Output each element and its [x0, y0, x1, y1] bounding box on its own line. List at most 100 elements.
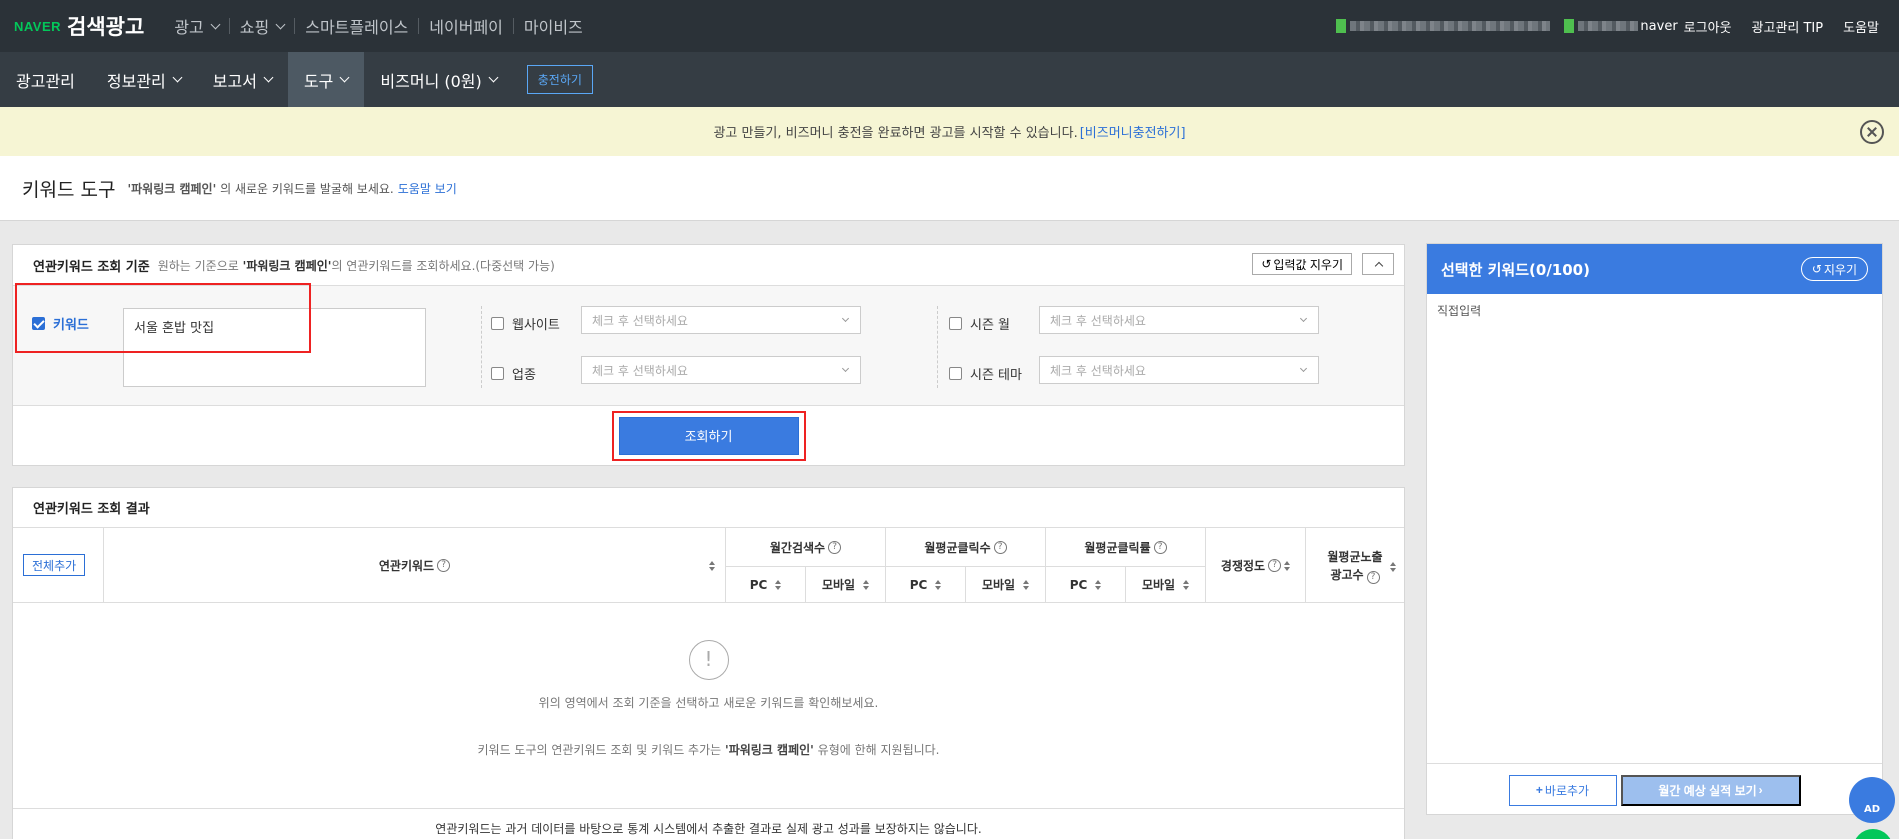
search-area: 조회하기: [13, 406, 1404, 465]
column-label: 모바일: [981, 578, 1016, 592]
top-nav-smartplace[interactable]: 스마트플레이스: [295, 14, 418, 38]
column-ctr-mobile[interactable]: 모바일: [1125, 566, 1205, 603]
top-nav-naverpay[interactable]: 네이버페이: [419, 14, 513, 38]
season-month-option[interactable]: 시즌 월: [949, 314, 1010, 333]
nav-label: 비즈머니 (0원): [380, 71, 482, 91]
nav-report[interactable]: 보고서: [197, 52, 288, 107]
criteria-panel: 연관키워드 조회 기준 원하는 기준으로 '파워링크 캠페인'의 연관키워드를 …: [12, 244, 1405, 466]
website-checkbox[interactable]: [491, 317, 504, 330]
column-avg-ads[interactable]: 월평균노출 광고수?: [1305, 528, 1404, 603]
top-nav-label: 광고: [174, 18, 204, 37]
forecast-button[interactable]: 월간 예상 실적 보기 ›: [1620, 774, 1801, 806]
selected-header: 선택한 키워드(0/100) ↺ 지우기: [1427, 244, 1882, 294]
sort-icon[interactable]: [1390, 562, 1396, 572]
collapse-button[interactable]: [1362, 253, 1394, 275]
selected-footer: + 바로추가 월간 예상 실적 보기 ›: [1427, 764, 1882, 816]
logo[interactable]: NAVER 검색광고: [14, 11, 144, 41]
column-search-pc[interactable]: PC: [725, 566, 805, 603]
top-nav-shopping[interactable]: 쇼핑: [230, 14, 294, 38]
charge-button[interactable]: 충전하기: [526, 65, 593, 94]
nav-bizmoney[interactable]: 비즈머니 (0원): [364, 52, 512, 107]
help-guide-link[interactable]: 도움말 보기: [398, 180, 457, 197]
industry-option[interactable]: 업종: [491, 364, 536, 383]
sort-icon[interactable]: [1284, 560, 1291, 571]
tip-link[interactable]: 광고관리 TIP: [1752, 17, 1824, 36]
sort-icon[interactable]: [1183, 579, 1190, 590]
nav-info-manage[interactable]: 정보관리: [91, 52, 197, 107]
sub-text: 의 연관키워드를 조회하세요.(다중선택 가능): [331, 258, 555, 273]
season-theme-checkbox[interactable]: [949, 367, 962, 380]
column-competition[interactable]: 경쟁정도?: [1205, 528, 1305, 603]
column-avg-clicks: 월평균클릭수?: [885, 528, 1045, 566]
sort-icon[interactable]: [863, 579, 870, 590]
select-placeholder: 체크 후 선택하세요: [592, 313, 688, 328]
help-icon[interactable]: ?: [1153, 540, 1167, 554]
website-select[interactable]: 체크 후 선택하세요: [581, 306, 861, 334]
sort-icon[interactable]: [935, 579, 942, 590]
top-bar: NAVER 검색광고 광고 쇼핑 스마트플레이스 네이버페이 마이비즈 nave…: [0, 0, 1899, 52]
column-ctr-pc[interactable]: PC: [1045, 566, 1125, 603]
top-nav-label: 쇼핑: [239, 18, 270, 37]
column-keyword[interactable]: 연관키워드?: [103, 528, 725, 603]
sort-icon[interactable]: [1023, 579, 1030, 590]
help-icon[interactable]: ?: [993, 540, 1007, 554]
sort-icon[interactable]: [709, 560, 715, 571]
column-label: 모바일: [821, 578, 856, 592]
help-icon[interactable]: ?: [828, 540, 842, 554]
help-link[interactable]: 도움말: [1843, 17, 1879, 36]
sort-icon[interactable]: [775, 579, 782, 590]
logo-naver: NAVER: [14, 18, 62, 34]
season-month-select[interactable]: 체크 후 선택하세요: [1039, 306, 1319, 334]
criteria-body: 키워드 서울 혼밥 맛집 웹사이트 체크 후 선택하세요 업종 체크 후 선택하…: [13, 283, 1404, 406]
season-theme-select[interactable]: 체크 후 선택하세요: [1039, 356, 1319, 384]
column-clicks-mobile[interactable]: 모바일: [965, 566, 1045, 603]
notice-text: 광고 만들기, 비즈머니 충전을 완료하면 광고를 시작할 수 있습니다.: [713, 126, 1078, 141]
direct-input-placeholder: 직접입력: [1437, 304, 1482, 318]
help-icon[interactable]: ?: [1268, 559, 1282, 572]
column-search-mobile[interactable]: 모바일: [805, 566, 885, 603]
keyword-label: 키워드: [53, 318, 89, 333]
empty-message: 위의 영역에서 조회 기준을 선택하고 새로운 키워드를 확인해보세요.: [538, 696, 879, 710]
search-wrapper: 조회하기: [611, 410, 806, 461]
sort-icon[interactable]: [1095, 579, 1102, 590]
keyword-option[interactable]: 키워드: [32, 314, 89, 333]
close-icon[interactable]: [1860, 120, 1884, 144]
divider: [481, 306, 482, 388]
selected-clear-button[interactable]: ↺ 지우기: [1800, 257, 1868, 281]
nav-tools[interactable]: 도구: [287, 52, 365, 107]
season-theme-option[interactable]: 시즌 테마: [949, 364, 1022, 383]
column-clicks-pc[interactable]: PC: [885, 566, 965, 603]
season-month-checkbox[interactable]: [949, 317, 962, 330]
website-option[interactable]: 웹사이트: [491, 314, 560, 333]
chevron-down-icon: [263, 72, 274, 83]
nav-ad-manage[interactable]: 광고관리: [0, 52, 91, 107]
column-label: PC: [1069, 577, 1088, 592]
logo-title: 검색광고: [67, 15, 145, 39]
industry-checkbox[interactable]: [491, 367, 504, 380]
logout-link[interactable]: 로그아웃: [1684, 17, 1732, 36]
direct-input-area[interactable]: 직접입력: [1427, 294, 1882, 764]
green-widget-icon[interactable]: [1853, 829, 1893, 839]
column-label: 월평균클릭수: [924, 540, 991, 555]
ad-badge-icon[interactable]: AD: [1849, 777, 1895, 823]
page-header: 키워드 도구 '파워링크 캠페인' 의 새로운 키워드를 발굴해 보세요. 도움…: [0, 156, 1899, 221]
help-icon[interactable]: ?: [1366, 570, 1380, 584]
results-header: 연관키워드 조회 결과: [13, 488, 1404, 528]
top-nav-mybiz[interactable]: 마이비즈: [514, 14, 593, 38]
nav-label: 보고서: [212, 71, 257, 91]
select-placeholder: 체크 후 선택하세요: [1050, 363, 1146, 378]
notice-banner: 광고 만들기, 비즈머니 충전을 완료하면 광고를 시작할 수 있습니다. [비…: [0, 107, 1899, 156]
keyword-checkbox[interactable]: [32, 317, 45, 330]
chevron-down-icon: [1299, 314, 1308, 323]
notice-charge-link[interactable]: [비즈머니충전하기]: [1080, 122, 1186, 141]
clear-input-button[interactable]: ↺ 입력값 지우기: [1252, 253, 1352, 275]
top-nav-ad[interactable]: 광고: [164, 14, 228, 38]
add-all-button[interactable]: 전체추가: [23, 554, 86, 576]
keyword-textarea[interactable]: 서울 혼밥 맛집: [123, 308, 426, 387]
industry-select[interactable]: 체크 후 선택하세요: [581, 356, 861, 384]
search-button[interactable]: 조회하기: [618, 416, 799, 455]
nav-label: 정보관리: [106, 71, 166, 91]
help-icon[interactable]: ?: [437, 559, 451, 572]
sub-text: 원하는 기준으로: [157, 258, 239, 273]
quick-add-button[interactable]: + 바로추가: [1508, 774, 1617, 806]
